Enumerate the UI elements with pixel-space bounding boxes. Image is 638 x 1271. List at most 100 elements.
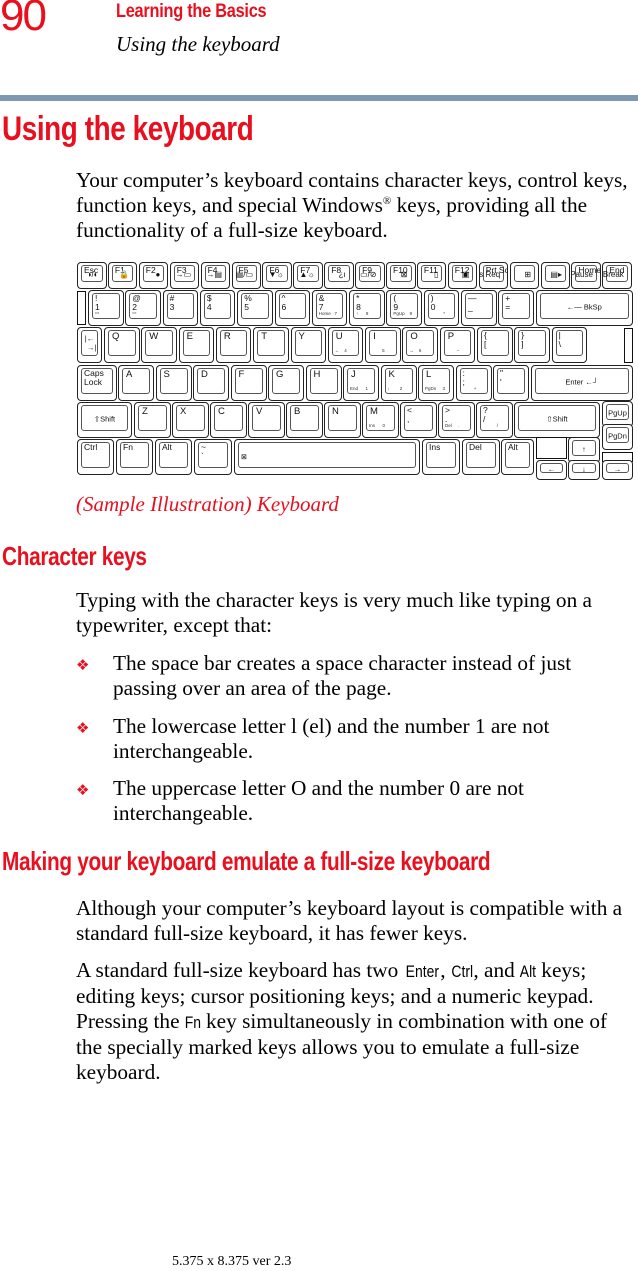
bullet-diamond-icon: ❖ <box>76 719 90 737</box>
key-8: * 8 ↑ 8 <box>349 290 385 326</box>
key-label: O <box>410 331 418 342</box>
key-p: P – <box>439 327 476 363</box>
key-label: C <box>218 406 225 417</box>
key-5: % 5 <box>237 290 273 326</box>
key-label: → 6 <box>409 348 422 353</box>
key-h: H <box>305 365 342 401</box>
key-label: Y <box>298 331 305 342</box>
key-label: Alt <box>508 442 518 452</box>
application-menu-icon: ▤▸ <box>550 270 562 279</box>
key-label: ▭ <box>132 310 137 315</box>
key-s: S <box>155 365 192 401</box>
key-f1: F1 🔒 <box>107 262 138 289</box>
key-arrow-down: ↓ <box>568 460 600 480</box>
key-caps-lock: Caps Lock <box>77 365 117 401</box>
key-4: $ 4 <box>199 290 236 326</box>
key-prt-sc: Prt ScSys Req <box>478 262 509 289</box>
keyboard-edge <box>624 328 633 363</box>
key-label: X <box>180 406 187 417</box>
key-label: I <box>373 331 376 342</box>
emulate-paragraph-1: Although your computer’s keyboard layout… <box>76 896 623 945</box>
key-label: : ; <box>462 368 465 387</box>
bullet-text: The uppercase letter O and the number 0 … <box>113 776 524 825</box>
key-label: K <box>388 369 395 380</box>
hibernate-icon: →▤ <box>206 270 223 279</box>
key-space: ⊠ <box>234 439 420 475</box>
key-label: 5 <box>372 348 385 353</box>
figure-caption: (Sample Illustration) Keyboard <box>76 492 339 516</box>
key-label: Q <box>112 331 120 342</box>
key-label: |← →| <box>84 334 97 353</box>
key-u: U ← 4 <box>327 327 364 363</box>
key-enter: Enter ←┘ <box>530 365 633 401</box>
key-y: Y <box>290 327 326 363</box>
key-bracket: } ] <box>514 327 550 363</box>
key-label: > . <box>445 405 450 424</box>
key-3: # 3 <box>162 290 199 326</box>
key-label: N <box>332 406 339 417</box>
key-label: ^ 6 <box>281 293 287 312</box>
key-label: ( 9 <box>393 293 399 312</box>
key-f4: F4 →▤ <box>200 262 231 289</box>
key-backspace: ←— BkSp <box>535 290 633 326</box>
key-label: L <box>426 369 432 380</box>
key-l: L PgDn 3 <box>418 365 454 401</box>
key-label: ←— BkSp <box>566 302 602 312</box>
key-punct: " ' <box>493 365 529 401</box>
key-label: U <box>335 331 343 342</box>
key-shift-left: ⇧Shift <box>77 402 132 438</box>
key-label: J <box>351 369 356 380</box>
key-q: Q <box>104 327 140 363</box>
arrow-down-icon: ↓ <box>582 464 586 474</box>
display-switch-icon: ▤/▭ <box>235 270 253 279</box>
page-number: 90 <box>0 0 47 40</box>
key-f10: F10 ⊠ <box>386 262 416 289</box>
brightness-up-icon: ▲☼ <box>299 270 315 279</box>
key-label: End 1 <box>350 386 369 391</box>
key-label: | \ <box>558 330 561 349</box>
key-i: I 5 <box>365 327 401 363</box>
key-page-down: PgDn <box>602 424 633 450</box>
character-keys-intro: Typing with the character keys is very m… <box>76 588 593 637</box>
key-label: R <box>223 331 231 342</box>
key-label: Home 7 <box>318 311 338 316</box>
key-d: D <box>193 365 229 401</box>
heading-character-keys: Character keys <box>2 541 147 571</box>
key-alt-right: Alt <box>501 439 534 475</box>
registered-mark: ® <box>382 194 392 207</box>
emulate-paragraph-2: A standard full-size keyboard has two En… <box>76 958 636 1085</box>
key-o: O → 6 <box>402 327 438 363</box>
key-label: < , <box>407 405 412 424</box>
bullet-text: The lowercase letter l (el) and the numb… <box>113 714 550 763</box>
key-label: / <box>483 423 499 428</box>
key-f: F <box>230 365 267 401</box>
key-del: Del <box>462 439 500 475</box>
key-t: T <box>253 327 289 363</box>
key-label: D <box>201 369 208 380</box>
key-sublabel: Break <box>602 270 624 279</box>
key-label: — _ <box>468 293 477 312</box>
key-ctrl: Ctrl <box>77 439 114 475</box>
key-label: Ins 0 <box>369 423 386 428</box>
key-label: Ctrl <box>84 442 98 452</box>
key-label: $ 4 <box>206 293 212 312</box>
key-label: ▭ <box>95 310 100 315</box>
key-punct: > . Del . <box>438 402 475 438</box>
key-label: ⇧Shift <box>93 414 116 424</box>
key-x: X <box>172 402 209 438</box>
intro-paragraph: Your computer’s keyboard contains charac… <box>76 168 636 243</box>
text: , <box>440 958 451 982</box>
key-6: ^ 6 <box>274 290 310 326</box>
key-alt-left: Alt <box>155 439 192 475</box>
key-application-menu-icon: ▤▸ <box>540 262 570 289</box>
key-e: E <box>178 327 215 363</box>
key-f9: F9 ▭/⊘ <box>355 262 385 289</box>
key-label: M <box>370 406 378 417</box>
key-label: } ] <box>521 330 525 349</box>
key-label: ↓ 2 <box>387 386 403 391</box>
page-title: Using the keyboard <box>2 110 254 148</box>
key-label: A <box>126 369 133 380</box>
key-f8: F8 ¿ı <box>324 262 354 289</box>
key-1: ! 1 ▭ <box>88 290 124 326</box>
key-bracket: | \ <box>551 327 588 363</box>
